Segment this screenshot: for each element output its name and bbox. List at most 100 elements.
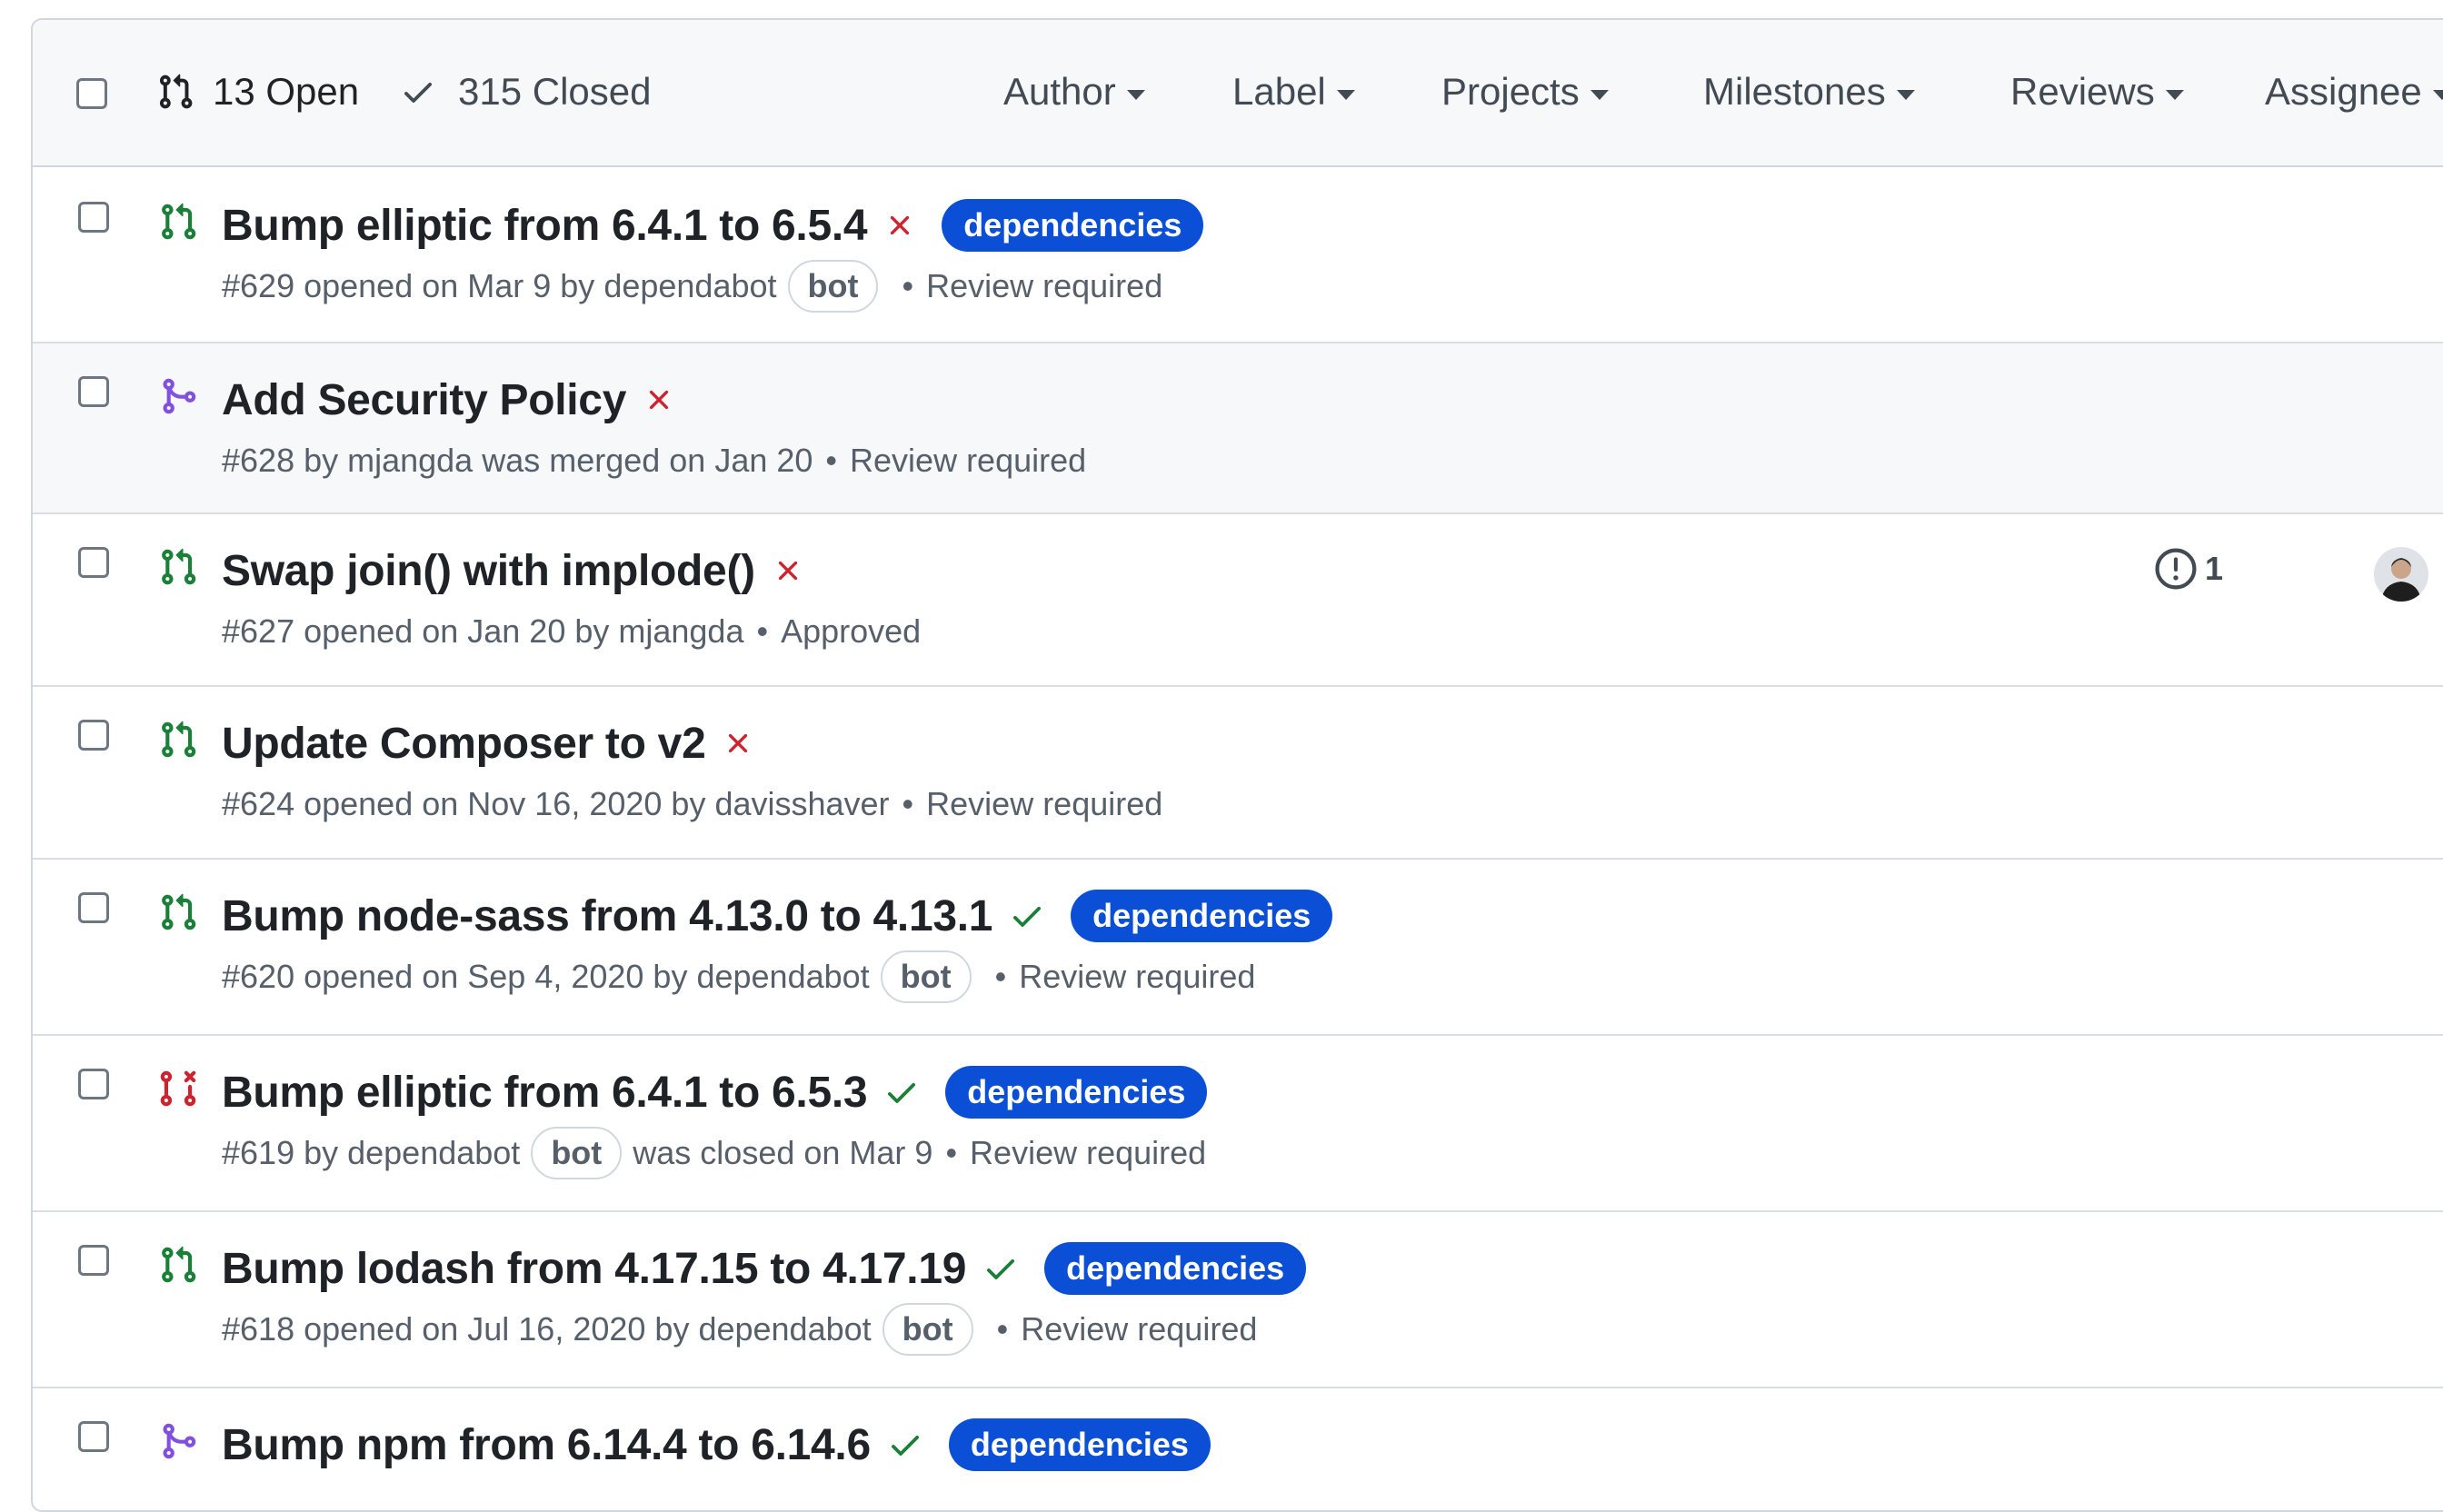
pr-title-link[interactable]: Add Security Policy <box>222 375 626 425</box>
label-badge[interactable]: dependencies <box>948 1418 1211 1471</box>
pr-meta: #627 opened on Jan 20 by mjangda • Approved <box>222 605 921 658</box>
pr-title-link[interactable]: Swap join() with implode() <box>222 546 755 596</box>
row-checkbox[interactable] <box>78 892 109 923</box>
label-filter[interactable]: Label <box>1232 67 1355 116</box>
assignee-filter[interactable]: Assignee <box>2265 67 2443 116</box>
list-header: 13 Open 315 Closed Author Label Projects… <box>33 20 2443 167</box>
x-icon[interactable] <box>643 383 675 416</box>
x-icon[interactable] <box>883 209 916 242</box>
author-link[interactable]: mjangda <box>347 442 473 480</box>
check-icon[interactable] <box>982 1250 1019 1287</box>
pr-title-link[interactable]: Bump elliptic from 6.4.1 to 6.5.4 <box>222 201 868 251</box>
projects-filter[interactable]: Projects <box>1441 67 1609 116</box>
linked-issue-link[interactable]: 1 <box>2154 547 2223 591</box>
review-status-link[interactable]: Review required <box>926 267 1162 305</box>
label-badge[interactable]: dependencies <box>1071 890 1333 942</box>
git-pull-request-icon <box>158 718 198 766</box>
title-line: Update Composer to v2 <box>222 714 754 772</box>
git-pull-request-closed-icon <box>158 1067 198 1115</box>
reviews-filter[interactable]: Reviews <box>2010 67 2184 116</box>
bot-badge: bot <box>882 1303 973 1356</box>
pull-request-row[interactable]: Add Security Policy #628 by mjangda was mer… <box>33 343 2443 514</box>
review-status-link[interactable]: Review required <box>970 1134 1206 1172</box>
pr-meta: #620 opened on Sep 4, 2020 by dependabot b… <box>222 950 1255 1003</box>
separator-dot: • <box>996 1310 1009 1348</box>
open-count: 13 Open <box>213 70 360 113</box>
pull-request-list: 13 Open 315 Closed Author Label Projects… <box>31 18 2443 1512</box>
separator-dot: • <box>902 785 914 822</box>
check-icon <box>400 74 436 110</box>
milestones-filter[interactable]: Milestones <box>1703 67 1915 116</box>
row-checkbox[interactable] <box>78 1245 109 1276</box>
caret-down-icon <box>1590 89 1609 100</box>
check-icon[interactable] <box>887 1427 923 1463</box>
assignee-avatar[interactable] <box>2374 547 2428 602</box>
pr-meta-suffix: was closed on Mar 9 <box>633 1134 933 1171</box>
author-link[interactable]: dependabot <box>603 267 776 305</box>
pull-request-row[interactable]: Bump elliptic from 6.4.1 to 6.5.3 depende… <box>33 1036 2443 1212</box>
separator-dot: • <box>945 1134 958 1171</box>
git-pull-request-icon <box>158 545 198 593</box>
git-pull-request-icon <box>158 890 198 939</box>
label-badge[interactable]: dependencies <box>945 1066 1208 1119</box>
row-checkbox[interactable] <box>78 720 109 751</box>
projects-filter-label: Projects <box>1441 70 1580 113</box>
title-line: Bump npm from 6.14.4 to 6.14.6 dependenci… <box>222 1416 1211 1474</box>
x-icon[interactable] <box>722 727 754 760</box>
pr-meta-prefix: #629 opened on Mar 9 by <box>222 267 595 304</box>
linked-issue-count: 1 <box>2205 550 2224 587</box>
git-pull-request-icon <box>156 71 194 113</box>
pr-meta-prefix: #619 by <box>222 1134 339 1171</box>
pull-request-row[interactable]: Swap join() with implode() #627 opened on… <box>33 514 2443 687</box>
author-link[interactable]: mjangda <box>618 612 743 651</box>
row-checkbox[interactable] <box>78 547 109 578</box>
label-badge[interactable]: dependencies <box>1044 1242 1307 1295</box>
author-link[interactable]: davisshaver <box>714 785 889 823</box>
pr-title-link[interactable]: Bump node-sass from 4.13.0 to 4.13.1 <box>222 891 992 941</box>
closed-filter-button[interactable]: 315 Closed <box>400 67 651 116</box>
author-filter-label: Author <box>1003 70 1116 113</box>
author-link[interactable]: dependabot <box>696 958 869 996</box>
title-line: Swap join() with implode() <box>222 542 804 600</box>
caret-down-icon <box>1896 89 1915 100</box>
pr-meta-prefix: #620 opened on Sep 4, 2020 by <box>222 958 688 995</box>
pr-title-link[interactable]: Update Composer to v2 <box>222 719 706 769</box>
pr-meta-prefix: #618 opened on Jul 16, 2020 by <box>222 1310 690 1348</box>
row-checkbox[interactable] <box>78 1421 109 1452</box>
pr-title-link[interactable]: Bump lodash from 4.17.15 to 4.17.19 <box>222 1244 966 1294</box>
select-all-checkbox[interactable] <box>76 78 107 109</box>
x-icon[interactable] <box>772 554 804 587</box>
check-icon[interactable] <box>883 1074 920 1110</box>
review-status-link[interactable]: Review required <box>1019 958 1255 996</box>
author-link[interactable]: dependabot <box>698 1310 871 1348</box>
review-status-link[interactable]: Review required <box>1021 1310 1257 1348</box>
pr-meta: #618 opened on Jul 16, 2020 by dependabot… <box>222 1303 1257 1356</box>
pull-request-row[interactable]: Bump lodash from 4.17.15 to 4.17.19 depen… <box>33 1212 2443 1388</box>
row-checkbox[interactable] <box>78 1069 109 1099</box>
author-link[interactable]: dependabot <box>347 1134 520 1172</box>
label-badge[interactable]: dependencies <box>942 199 1204 252</box>
pull-request-row[interactable]: Bump elliptic from 6.4.1 to 6.5.4 depende… <box>33 169 2443 343</box>
pr-meta: #628 by mjangda was merged on Jan 20 • Revie… <box>222 434 1086 487</box>
review-status-link[interactable]: Approved <box>781 612 921 651</box>
title-line: Bump elliptic from 6.4.1 to 6.5.3 depende… <box>222 1063 1208 1121</box>
row-checkbox[interactable] <box>78 202 109 233</box>
check-icon[interactable] <box>1009 898 1045 934</box>
pr-title-link[interactable]: Bump npm from 6.14.4 to 6.14.6 <box>222 1420 871 1470</box>
pr-meta-prefix: #624 opened on Nov 16, 2020 by <box>222 785 706 822</box>
caret-down-icon <box>2432 89 2443 100</box>
open-filter-button[interactable]: 13 Open <box>156 67 359 116</box>
pr-meta-prefix: #627 opened on Jan 20 by <box>222 612 610 650</box>
pull-request-row[interactable]: Bump npm from 6.14.4 to 6.14.6 dependenci… <box>33 1388 2443 1510</box>
review-status-link[interactable]: Review required <box>850 442 1086 480</box>
separator-dot: • <box>825 442 838 479</box>
title-line: Add Security Policy <box>222 371 675 429</box>
pr-meta: #629 opened on Mar 9 by dependabot bot • Rev… <box>222 260 1162 313</box>
git-pull-request-icon <box>158 1243 198 1291</box>
row-checkbox[interactable] <box>78 376 109 407</box>
pull-request-row[interactable]: Update Composer to v2 #624 opened on Nov … <box>33 687 2443 860</box>
pull-request-row[interactable]: Bump node-sass from 4.13.0 to 4.13.1 depe… <box>33 860 2443 1036</box>
author-filter[interactable]: Author <box>1003 67 1145 116</box>
pr-title-link[interactable]: Bump elliptic from 6.4.1 to 6.5.3 <box>222 1068 868 1118</box>
review-status-link[interactable]: Review required <box>926 785 1162 823</box>
